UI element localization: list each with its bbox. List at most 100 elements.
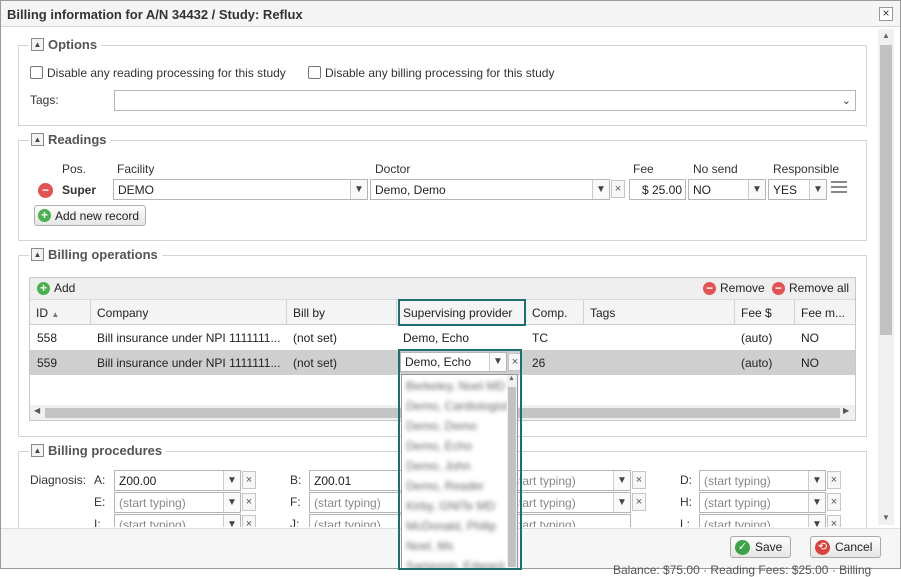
readings-legend[interactable]: ▲ Readings bbox=[29, 132, 111, 147]
table-row[interactable]: 558 Bill insurance under NPI 1111111... … bbox=[30, 325, 855, 350]
chevron-down-icon[interactable]: ▼ bbox=[809, 180, 826, 199]
add-new-record-label: Add new record bbox=[55, 208, 140, 223]
diagnosis-a-select[interactable]: Z00.00 ▼ bbox=[114, 470, 241, 491]
diagnosis-b-value: Z00.01 bbox=[314, 474, 352, 488]
check-icon: ✓ bbox=[735, 539, 750, 555]
cell-company: Bill insurance under NPI 1111111... bbox=[97, 331, 281, 345]
scroll-up-icon[interactable]: ▲ bbox=[878, 31, 894, 40]
diagnosis-h-select[interactable]: (start typing) ▼ bbox=[699, 492, 826, 513]
chevron-down-icon[interactable]: ▼ bbox=[613, 493, 630, 512]
no-send-select[interactable]: NO ▼ bbox=[688, 179, 766, 200]
clear-diagnosis-icon[interactable]: × bbox=[242, 515, 256, 527]
remove-reading-icon[interactable]: − bbox=[38, 183, 53, 198]
col-header-tags[interactable]: Tags bbox=[584, 300, 735, 324]
clear-diagnosis-icon[interactable]: × bbox=[827, 471, 841, 489]
collapse-icon[interactable]: ▲ bbox=[31, 133, 44, 146]
diagnosis-k-select[interactable]: (start typing) bbox=[504, 514, 631, 527]
chevron-down-icon[interactable]: ▼ bbox=[808, 493, 825, 512]
diag-i-label: I: bbox=[94, 517, 101, 527]
diagnosis-l-select[interactable]: (start typing) ▼ bbox=[699, 514, 826, 527]
chevron-down-icon[interactable]: ▼ bbox=[808, 515, 825, 527]
save-button[interactable]: ✓ Save bbox=[730, 536, 792, 558]
col-responsible: Responsible bbox=[773, 162, 840, 176]
collapse-icon[interactable]: ▲ bbox=[31, 248, 44, 261]
diagnosis-f-placeholder: (start typing) bbox=[314, 496, 381, 510]
collapse-icon[interactable]: ▲ bbox=[31, 38, 44, 51]
scroll-right-icon[interactable]: ▶ bbox=[843, 406, 849, 415]
diag-b-label: B: bbox=[290, 473, 302, 487]
options-section: ▲ Options bbox=[18, 37, 867, 126]
col-header-comp[interactable]: Comp. bbox=[526, 300, 584, 324]
chevron-down-icon[interactable]: ▼ bbox=[592, 180, 609, 199]
remove-label: Remove bbox=[720, 281, 765, 295]
diagnosis-d-select[interactable]: (start typing) ▼ bbox=[699, 470, 826, 491]
plus-icon: + bbox=[37, 281, 50, 295]
chevron-down-icon[interactable]: ▼ bbox=[223, 515, 240, 527]
col-header-fee-m[interactable]: Fee m... bbox=[795, 300, 855, 324]
diagnosis-i-select[interactable]: (start typing) ▼ bbox=[114, 514, 241, 527]
dialog-vertical-scrollbar[interactable]: ▲ ▼ bbox=[878, 29, 894, 525]
chevron-down-icon[interactable]: ▼ bbox=[808, 471, 825, 490]
chevron-down-icon[interactable]: ▼ bbox=[748, 180, 765, 199]
clear-diagnosis-icon[interactable]: × bbox=[242, 493, 256, 511]
close-icon[interactable]: × bbox=[879, 7, 893, 21]
facility-select[interactable]: DEMO ▼ bbox=[113, 179, 368, 200]
plus-icon: + bbox=[38, 209, 51, 222]
clear-diagnosis-icon[interactable]: × bbox=[827, 515, 841, 527]
diag-e-label: E: bbox=[94, 495, 106, 509]
doctor-value: Demo, Demo bbox=[375, 183, 446, 197]
dialog-titlebar[interactable]: Billing information for A/N 34432 / Stud… bbox=[1, 1, 900, 27]
billing-procedures-legend[interactable]: ▲ Billing procedures bbox=[29, 443, 167, 458]
chevron-down-icon[interactable]: ▼ bbox=[613, 471, 630, 490]
col-header-company[interactable]: Company bbox=[91, 300, 287, 324]
billing-procedures-title: Billing procedures bbox=[48, 443, 163, 458]
cell-comp: 26 bbox=[532, 356, 546, 370]
add-new-record-button[interactable]: + Add new record bbox=[34, 205, 147, 226]
disable-billing-checkbox[interactable] bbox=[308, 66, 321, 79]
highlight-supervising-header bbox=[398, 299, 526, 326]
chevron-down-icon[interactable]: ⌄ bbox=[842, 94, 851, 107]
diagnosis-c-select[interactable]: (start typing) ▼ bbox=[504, 470, 631, 491]
fee-input[interactable]: $ 25.00 bbox=[629, 179, 686, 200]
cell-fee-m: NO bbox=[801, 331, 819, 345]
chevron-down-icon[interactable]: ▼ bbox=[223, 493, 240, 512]
remove-operation-button[interactable]: − Remove bbox=[703, 281, 765, 295]
diagnosis-e-select[interactable]: (start typing) ▼ bbox=[114, 492, 241, 513]
cell-id: 558 bbox=[37, 331, 58, 345]
doctor-select[interactable]: Demo, Demo ▼ bbox=[370, 179, 610, 200]
billing-operations-legend[interactable]: ▲ Billing operations bbox=[29, 247, 162, 262]
cancel-icon: ⟲ bbox=[815, 539, 830, 555]
add-label: Add bbox=[54, 281, 76, 295]
cell-fee-m: NO bbox=[801, 356, 819, 370]
col-header-bill-by[interactable]: Bill by bbox=[287, 300, 397, 324]
options-legend[interactable]: ▲ Options bbox=[29, 37, 102, 52]
clear-diagnosis-icon[interactable]: × bbox=[827, 493, 841, 511]
col-header-id[interactable]: ID ▲ bbox=[30, 300, 91, 324]
scroll-left-icon[interactable]: ◀ bbox=[34, 406, 40, 415]
col-header-fee[interactable]: Fee $ bbox=[735, 300, 795, 324]
clear-diagnosis-icon[interactable]: × bbox=[242, 471, 256, 489]
diagnosis-label: Diagnosis: bbox=[30, 473, 87, 487]
cell-company: Bill insurance under NPI 1111111... bbox=[97, 356, 281, 370]
drag-handle-icon[interactable] bbox=[831, 181, 847, 193]
remove-all-button[interactable]: − Remove all bbox=[772, 281, 849, 295]
clear-diagnosis-icon[interactable]: × bbox=[632, 493, 646, 511]
highlight-supervising-dropdown bbox=[398, 349, 522, 570]
cancel-label: Cancel bbox=[835, 540, 873, 554]
diagnosis-g-select[interactable]: (start typing) ▼ bbox=[504, 492, 631, 513]
chevron-down-icon[interactable]: ▼ bbox=[223, 471, 240, 490]
cell-fee: (auto) bbox=[741, 356, 773, 370]
responsible-select[interactable]: YES ▼ bbox=[768, 179, 827, 200]
collapse-icon[interactable]: ▲ bbox=[31, 444, 44, 457]
remove-all-label: Remove all bbox=[789, 281, 850, 295]
clear-diagnosis-icon[interactable]: × bbox=[632, 471, 646, 489]
tags-select[interactable]: ⌄ bbox=[114, 90, 856, 111]
chevron-down-icon[interactable]: ▼ bbox=[350, 180, 367, 199]
scroll-down-icon[interactable]: ▼ bbox=[878, 513, 894, 522]
add-operation-button[interactable]: + Add bbox=[37, 281, 75, 295]
cancel-button[interactable]: ⟲ Cancel bbox=[810, 536, 882, 558]
scrollbar-thumb[interactable] bbox=[880, 45, 892, 335]
disable-reading-checkbox[interactable] bbox=[30, 66, 43, 79]
facility-value: DEMO bbox=[118, 183, 154, 197]
clear-doctor-icon[interactable]: × bbox=[611, 180, 625, 198]
